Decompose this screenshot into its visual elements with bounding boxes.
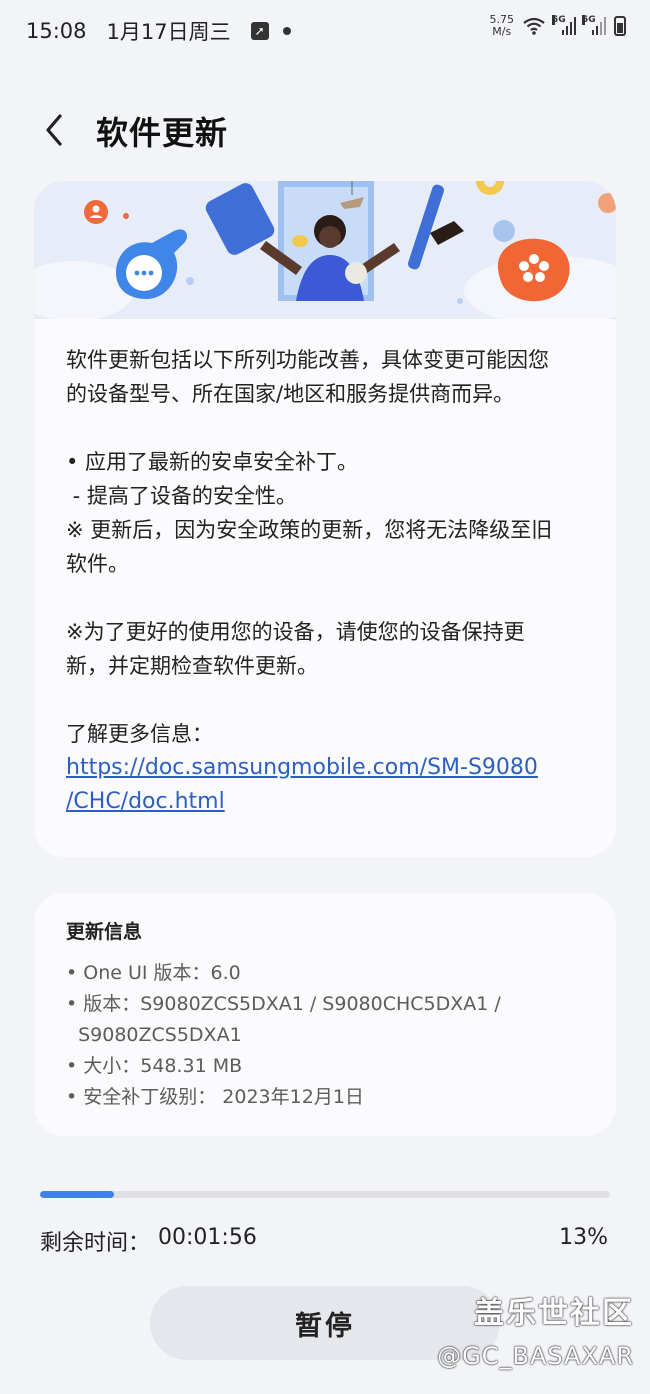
- more-info-label: 了解更多信息：: [66, 722, 213, 746]
- watermark-site: 盖乐世社区: [474, 1296, 634, 1331]
- battery-icon: [614, 16, 626, 36]
- bullet-security-sub: - 提高了设备的安全性。: [66, 484, 297, 508]
- update-info-card: 更新信息 • One UI 版本：6.0 • 版本：S9080ZCS5DXA1 …: [34, 893, 616, 1136]
- watermark-user: @GC_BASAXAR: [437, 1342, 634, 1370]
- status-bar: 15:08 1月17日周三 ➚ 5.75 M/s 5G 5G: [0, 0, 650, 62]
- more-notifications-dot-icon: [282, 27, 291, 35]
- progress-percent: 13%: [559, 1225, 608, 1250]
- wifi-icon: [523, 17, 545, 35]
- more-info: 了解更多信息： https://doc.samsungmobile.com/SM…: [66, 717, 584, 819]
- update-illustration: [34, 181, 616, 319]
- update-info-title: 更新信息: [66, 921, 143, 943]
- release-notes-card: 软件更新包括以下所列功能改善，具体变更可能因您 的设备型号、所在国家/地区和服务…: [34, 181, 616, 857]
- one-ui-version: • One UI 版本：6.0: [66, 962, 241, 984]
- change-list: • 应用了最新的安卓安全补丁。 - 提高了设备的安全性。 ※ 更新后，因为安全政…: [66, 445, 584, 581]
- remaining-time-value: 00:01:56: [158, 1225, 257, 1250]
- remaining-time-label: 剩余时间：: [40, 1231, 151, 1256]
- download-progress-fill: [40, 1191, 115, 1198]
- page-title: 软件更新: [96, 114, 229, 152]
- remaining-time: 剩余时间： 00:01:56: [40, 1225, 257, 1257]
- status-time: 15:08: [26, 19, 87, 43]
- page-header: 软件更新: [0, 100, 650, 160]
- back-button[interactable]: [36, 106, 76, 154]
- downgrade-note: ※ 更新后，因为安全政策的更新，您将无法降级至旧: [66, 518, 553, 542]
- watermark: 盖乐世社区 @GC_BASAXAR: [437, 1288, 634, 1370]
- build-version-cont: S9080ZCS5DXA1: [66, 1024, 242, 1046]
- person-icon: [84, 200, 108, 224]
- more-info-link[interactable]: https://doc.samsungmobile.com/SM-S9080 /…: [66, 751, 584, 819]
- release-notes-body: 软件更新包括以下所列功能改善，具体变更可能因您 的设备型号、所在国家/地区和服务…: [34, 319, 616, 819]
- bullet-security-patch: • 应用了最新的安卓安全补丁。: [66, 450, 359, 474]
- update-size: • 大小：548.31 MB: [66, 1055, 243, 1077]
- illustration-graphic: [34, 181, 616, 319]
- notification-icon: ➚: [250, 22, 269, 40]
- chevron-left-icon: [46, 114, 62, 146]
- cellular-signal-2-icon: 5G: [582, 15, 606, 35]
- cellular-signal-1-icon: 5G: [552, 15, 576, 35]
- flower-icon: [497, 238, 570, 302]
- network-speed: 5.75 M/s: [489, 13, 515, 38]
- status-date: 1月17日周三: [106, 20, 231, 44]
- keep-updated-note: ※为了更好的使用您的设备，请使您的设备保持更 新，并定期检查软件更新。: [66, 620, 525, 678]
- intro-text: 软件更新包括以下所列功能改善，具体变更可能因您 的设备型号、所在国家/地区和服务…: [66, 348, 549, 406]
- security-patch-level: • 安全补丁级别： 2023年12月1日: [66, 1086, 364, 1108]
- download-progress-bar: [40, 1191, 610, 1198]
- build-version: • 版本：S9080ZCS5DXA1 / S9080CHC5DXA1 /: [66, 993, 501, 1015]
